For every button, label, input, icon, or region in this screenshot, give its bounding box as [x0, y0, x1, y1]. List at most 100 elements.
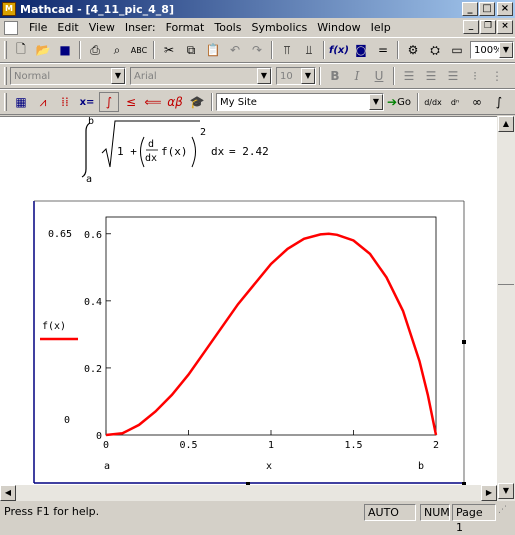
horizontal-scrollbar[interactable]: ◀ ▶	[0, 485, 497, 501]
cut-icon[interactable]: ✂	[159, 40, 179, 60]
doc-minimize-button[interactable]: _	[463, 20, 479, 34]
italic-icon[interactable]: I	[347, 66, 367, 86]
numbering-icon[interactable]: ⋮	[487, 66, 507, 86]
bold-icon[interactable]: B	[325, 66, 345, 86]
style-select[interactable]: Normal ▼	[10, 67, 126, 85]
infinity-icon[interactable]: ∞	[467, 92, 487, 112]
mathcad-app-icon[interactable]: M	[2, 2, 16, 16]
resize-grip-icon[interactable]: ⋰	[498, 505, 514, 521]
zoom-select[interactable]: 100% ▼	[470, 41, 514, 59]
undo-icon[interactable]: ↶	[225, 40, 245, 60]
menu-tools[interactable]: Tools	[209, 21, 246, 34]
boolean-toolbar-icon[interactable]: ≤	[121, 92, 141, 112]
vertical-scrollbar[interactable]: ▲ ▼	[497, 116, 515, 501]
paste-icon[interactable]: 📋	[203, 40, 223, 60]
graph-toolbar-icon[interactable]: ⩘	[33, 92, 53, 112]
programming-toolbar-icon[interactable]: ⟸	[143, 92, 163, 112]
toolbar-grip[interactable]	[4, 93, 7, 111]
calculator-toolbar-icon[interactable]: ▦	[11, 92, 31, 112]
align-right-icon[interactable]: ☰	[443, 66, 463, 86]
xy-plot-region[interactable]: 0 0.5 1 1.5 2 0 0.2 0.4 0.6 0.65 0 f(x) a x b	[33, 200, 466, 485]
calc-mode-text: AUTO	[368, 506, 399, 519]
window-title: Mathcad - [4_11_pic_4_8]	[20, 2, 174, 16]
worksheet-canvas: b a 1 + d dx f(x) 2 dx = 2.42 0 0.5 1 1.5 2	[33, 117, 466, 485]
go-button[interactable]: ➔ Go	[385, 92, 413, 112]
x-range-right-label: b	[418, 461, 424, 472]
formatting-toolbar: Normal ▼ Arial ▼ 10 ▼ B I U ☰ ☰ ☰ ⁝ ⋮	[0, 63, 515, 89]
worksheet[interactable]: b a 1 + d dx f(x) 2 dx = 2.42 0 0.5 1 1.5 2	[0, 116, 497, 485]
redo-icon[interactable]: ↷	[247, 40, 267, 60]
bullets-icon[interactable]: ⁝	[465, 66, 485, 86]
doc-close-button[interactable]: ×	[497, 20, 513, 34]
x-range-left-label: a	[104, 461, 110, 472]
align-left-icon[interactable]: ☰	[399, 66, 419, 86]
chevron-down-icon[interactable]: ▼	[257, 68, 271, 84]
menu-format[interactable]: Format	[161, 21, 210, 34]
help-icon[interactable]: ▭	[447, 40, 467, 60]
evaluation-toolbar-icon[interactable]: x=	[77, 92, 97, 112]
menu-symbolics[interactable]: Symbolics	[246, 21, 312, 34]
resource-center-icon[interactable]: ⛭	[425, 40, 445, 60]
open-folder-icon[interactable]: 📂	[33, 40, 53, 60]
chevron-down-icon[interactable]: ▼	[369, 94, 383, 110]
insert-function-icon[interactable]: f(x)	[329, 40, 349, 60]
calculus-toolbar-icon[interactable]: ∫	[99, 92, 119, 112]
toolbar-grip[interactable]	[4, 41, 7, 59]
doc-restore-button[interactable]: ❐	[480, 20, 496, 34]
matrix-toolbar-icon[interactable]: ⁞⁞	[55, 92, 75, 112]
chevron-down-icon[interactable]: ▼	[111, 68, 125, 84]
scroll-up-button[interactable]: ▲	[498, 116, 514, 132]
scroll-right-button[interactable]: ▶	[481, 485, 497, 501]
menu-view[interactable]: View	[84, 21, 120, 34]
symbolic-toolbar-icon[interactable]: 🎓	[187, 92, 207, 112]
maximize-button[interactable]: □	[479, 2, 495, 16]
calc-mode-panel: AUTO	[364, 504, 416, 521]
menu-file[interactable]: File	[24, 21, 52, 34]
calculate-icon[interactable]: =	[373, 40, 393, 60]
insert-component-icon[interactable]: ⚙	[403, 40, 423, 60]
toolbar-separator	[153, 41, 155, 59]
x-tick-label-2: 1	[268, 440, 274, 451]
derivative-numerator: d	[148, 139, 154, 150]
integral-equation[interactable]: b a 1 + d dx f(x) 2 dx = 2.42	[81, 117, 269, 185]
align-down-icon[interactable]: ⫫	[299, 40, 319, 60]
copy-icon[interactable]: ⧉	[181, 40, 201, 60]
x-tick-label-3: 1.5	[344, 440, 362, 451]
chevron-down-icon[interactable]: ▼	[301, 68, 315, 84]
spell-check-icon[interactable]: ABC	[129, 40, 149, 60]
definite-integral-icon[interactable]: ∫	[489, 92, 509, 112]
resize-handle-right[interactable]	[462, 340, 466, 344]
greek-toolbar-icon[interactable]: αβ	[165, 92, 185, 112]
insert-unit-icon[interactable]: ◙	[351, 40, 371, 60]
scroll-thumb[interactable]	[498, 284, 514, 285]
menu-help[interactable]: Ielp	[366, 21, 396, 34]
scroll-down-button[interactable]: ▼	[498, 483, 514, 499]
derivative-icon[interactable]: d/dx	[423, 92, 443, 112]
resource-address-select[interactable]: My Site ▼	[216, 93, 384, 111]
document-icon[interactable]	[4, 20, 18, 35]
menu-insert[interactable]: Inser:	[120, 21, 161, 34]
font-size-select[interactable]: 10 ▼	[276, 67, 316, 85]
font-size-value: 10	[280, 70, 293, 82]
scroll-left-button[interactable]: ◀	[0, 485, 16, 501]
chevron-down-icon[interactable]: ▼	[499, 42, 513, 58]
integral-result: = 2.42	[229, 145, 269, 158]
nth-derivative-icon[interactable]: dⁿ	[445, 92, 465, 112]
menu-window[interactable]: Window	[312, 21, 365, 34]
close-button[interactable]: ×	[497, 2, 513, 16]
align-across-icon[interactable]: ⫪	[277, 40, 297, 60]
underline-icon[interactable]: U	[369, 66, 389, 86]
align-center-icon[interactable]: ☰	[421, 66, 441, 86]
save-disk-icon[interactable]: ■	[55, 40, 75, 60]
font-select[interactable]: Arial ▼	[130, 67, 272, 85]
minimize-button[interactable]: _	[462, 2, 478, 16]
toolbar-separator	[319, 67, 321, 85]
print-preview-icon[interactable]: ⌕	[107, 40, 127, 60]
print-icon[interactable]: ⎙	[85, 40, 105, 60]
page-number-text: Page 1	[456, 506, 483, 534]
new-document-icon[interactable]: 🗋	[11, 40, 31, 60]
toolbar-separator	[417, 93, 419, 111]
menu-edit[interactable]: Edit	[52, 21, 83, 34]
toolbar-grip[interactable]	[4, 67, 7, 85]
menu-bar: File Edit View Inser: Format Tools Symbo…	[0, 18, 515, 37]
